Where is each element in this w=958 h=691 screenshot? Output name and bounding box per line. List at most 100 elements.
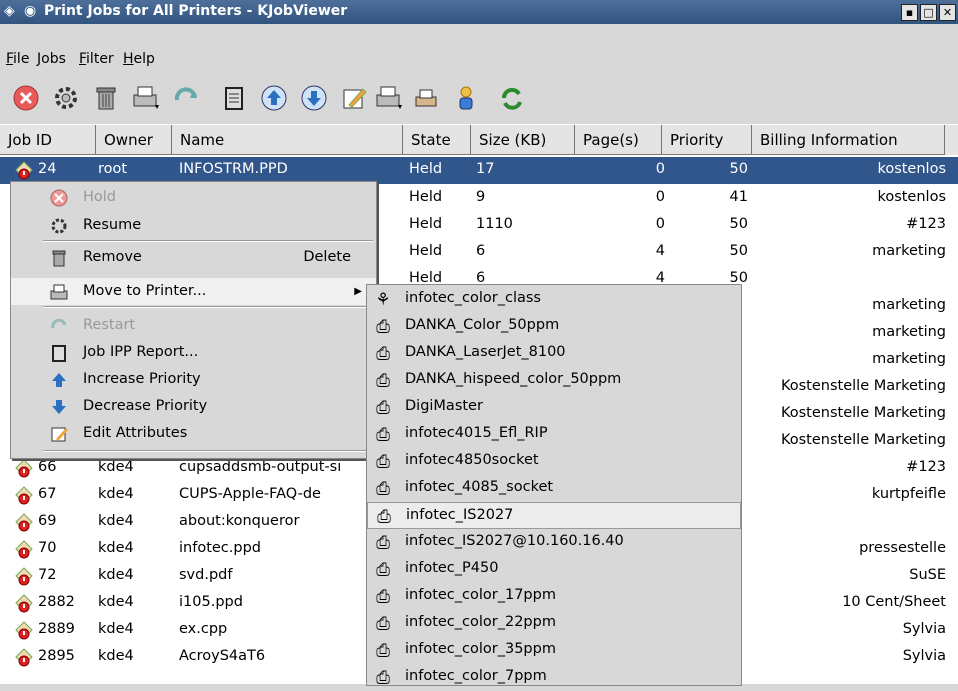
printer-item[interactable]: ⎙ infotec4850socket <box>367 448 741 475</box>
job-billing: Kostenstelle Marketing <box>780 432 946 448</box>
job-owner: kde4 <box>98 621 134 637</box>
context-item-label: Move to Printer... <box>83 283 207 299</box>
job-billing: marketing <box>872 297 946 313</box>
app-icon: ◉ <box>24 3 37 19</box>
hold-icon[interactable] <box>10 82 42 114</box>
context-item-label: Restart <box>83 317 136 333</box>
job-state: Held <box>409 189 443 205</box>
job-id: 69 <box>38 513 57 529</box>
job-pages: 0 <box>655 189 665 205</box>
close-button[interactable]: ✕ <box>939 4 956 21</box>
printer-icon: ⎙ <box>376 560 390 580</box>
remote-printer-icon: ⎙ <box>376 587 390 607</box>
toolbar <box>0 74 958 122</box>
remote-printer-icon: ⎙ <box>376 533 390 553</box>
printer-name: DANKA_Color_50ppm <box>405 317 560 333</box>
printer-name: DANKA_LaserJet_8100 <box>405 344 566 360</box>
printer-name: infotec_P450 <box>405 560 499 576</box>
job-ipp-report-icon[interactable] <box>218 82 250 114</box>
restart-icon[interactable] <box>170 82 202 114</box>
printer-item[interactable]: ⎙ infotec_color_35ppm <box>367 637 741 664</box>
job-billing: kostenlos <box>877 161 946 177</box>
job-name: INFOSTRM.PPD <box>179 161 288 177</box>
printer-name: infotec4850socket <box>405 452 539 468</box>
job-held-icon <box>14 566 34 586</box>
printer-item[interactable]: ⎙ infotec_P450 <box>367 556 741 583</box>
column-header-0[interactable]: Job ID <box>0 125 96 155</box>
context-item-label: Hold <box>83 189 117 205</box>
job-owner: kde4 <box>98 567 134 583</box>
printer-item[interactable]: ⎙ DANKA_Color_50ppm <box>367 313 741 340</box>
printer-item[interactable]: ⎙ DANKA_LaserJet_8100 <box>367 340 741 367</box>
job-id: 70 <box>38 540 57 556</box>
decrease-priority-icon <box>49 397 69 417</box>
printer-name: infotec_IS2027@10.160.16.40 <box>405 533 624 549</box>
menu-filter[interactable]: Filter <box>79 51 114 67</box>
printer-name: infotec_color_22ppm <box>405 614 556 630</box>
shortcut-label: Delete <box>303 249 351 265</box>
context-item-edit-attributes[interactable]: Edit Attributes <box>11 420 376 447</box>
move-to-printer-icon[interactable] <box>130 82 162 114</box>
column-header-2[interactable]: Name <box>172 125 403 155</box>
job-held-icon <box>14 512 34 532</box>
menu-bar: File Jobs Filter Help <box>0 46 958 74</box>
column-header-1[interactable]: Owner <box>96 125 172 155</box>
job-billing: marketing <box>872 243 946 259</box>
column-header-5[interactable]: Page(s) <box>575 125 662 155</box>
menu-file[interactable]: File <box>6 51 29 67</box>
user-icon[interactable] <box>450 82 482 114</box>
menu-separator <box>43 240 373 242</box>
context-item-increase-priority[interactable]: Increase Priority <box>11 366 376 393</box>
printer-item[interactable]: ⎙ infotec4015_Efl_RIP <box>367 421 741 448</box>
job-pages: 4 <box>655 243 665 259</box>
context-item-job-ipp-report[interactable]: Job IPP Report... <box>11 339 376 366</box>
printer-item[interactable]: ⎙ infotec_color_7ppm <box>367 664 741 691</box>
printer-item[interactable]: ⎙ DigiMaster <box>367 394 741 421</box>
job-owner: kde4 <box>98 594 134 610</box>
printer-item[interactable]: ⎙ DANKA_hispeed_color_50ppm <box>367 367 741 394</box>
remote-printer-icon: ⎙ <box>376 614 390 634</box>
job-billing: SuSE <box>909 567 946 583</box>
window-menu-icon[interactable]: ◈ <box>4 3 20 19</box>
job-held-icon <box>14 539 34 559</box>
job-id: 24 <box>38 161 57 177</box>
context-item-remove[interactable]: Remove Delete <box>11 244 376 271</box>
job-pages: 0 <box>655 216 665 232</box>
decrease-priority-icon[interactable] <box>298 82 330 114</box>
job-held-icon <box>14 593 34 613</box>
printer-select-icon[interactable] <box>373 82 405 114</box>
context-item-move-to-printer[interactable]: Move to Printer... ▶ <box>11 278 376 305</box>
edit-attributes-icon[interactable] <box>338 82 370 114</box>
context-item-resume[interactable]: Resume <box>11 212 376 239</box>
column-header-3[interactable]: State <box>403 125 471 155</box>
resume-icon[interactable] <box>50 82 82 114</box>
remove-icon[interactable] <box>90 82 122 114</box>
printer-name: infotec_color_7ppm <box>405 668 547 684</box>
refresh-icon[interactable] <box>496 82 528 114</box>
printer-icon[interactable] <box>410 82 442 114</box>
printer-item[interactable]: ⎙ infotec_4085_socket <box>367 475 741 502</box>
menu-jobs[interactable]: Jobs <box>37 51 66 67</box>
maximize-button[interactable]: □ <box>920 4 937 21</box>
table-row[interactable]: 24 root INFOSTRM.PPD Held 17 0 50 kostenlos <box>0 157 958 184</box>
context-item-decrease-priority[interactable]: Decrease Priority <box>11 393 376 420</box>
job-billing: kurtpfeifle <box>871 486 946 502</box>
remote-printer-icon: ⎙ <box>376 668 390 688</box>
printer-item[interactable]: ⎙ infotec_IS2027 <box>367 502 741 529</box>
column-header-7[interactable]: Billing Information <box>752 125 945 155</box>
menu-help[interactable]: Help <box>123 51 155 67</box>
printer-item[interactable]: ⎙ infotec_color_22ppm <box>367 610 741 637</box>
printer-name: infotec_IS2027 <box>406 507 514 523</box>
context-item-hold: Hold <box>11 184 376 211</box>
column-header-6[interactable]: Priority <box>662 125 752 155</box>
printer-item[interactable]: ⎙ infotec_IS2027@10.160.16.40 <box>367 529 741 556</box>
minimize-button[interactable]: ▪ <box>901 4 918 21</box>
job-priority: 50 <box>729 243 748 259</box>
column-header-4[interactable]: Size (KB) <box>471 125 575 155</box>
job-id: 72 <box>38 567 57 583</box>
printer-item[interactable]: ⎙ infotec_color_17ppm <box>367 583 741 610</box>
printer-item[interactable]: ⚘ infotec_color_class <box>367 286 741 313</box>
increase-priority-icon[interactable] <box>258 82 290 114</box>
remove-icon <box>49 248 69 268</box>
job-billing: Sylvia <box>902 621 946 637</box>
